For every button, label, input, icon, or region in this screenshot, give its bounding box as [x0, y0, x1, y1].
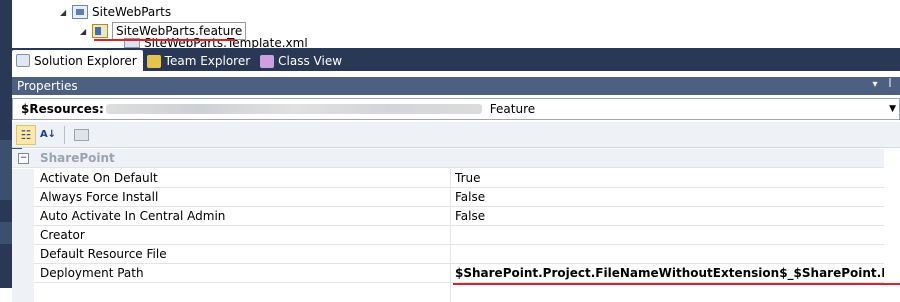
- column-divider[interactable]: [450, 264, 451, 283]
- tab-team-explorer[interactable]: Team Explorer: [143, 51, 257, 71]
- row-margin: [12, 188, 34, 207]
- expand-arrow-icon[interactable]: ◢: [80, 27, 92, 36]
- row-margin: [12, 283, 34, 302]
- tab-label: Class View: [278, 54, 343, 68]
- properties-title: Properties: [17, 79, 78, 93]
- row-margin: [12, 226, 34, 245]
- property-row[interactable]: Default Resource File: [12, 245, 900, 264]
- row-margin: [12, 245, 34, 264]
- chevron-down-icon[interactable]: ▼: [889, 104, 896, 114]
- property-row[interactable]: Creator: [12, 226, 900, 245]
- team-explorer-icon: [146, 54, 161, 68]
- toolbar-divider: [64, 125, 65, 144]
- property-value[interactable]: False: [455, 209, 900, 223]
- properties-toolbar: ☷ A↓: [12, 122, 900, 148]
- column-divider[interactable]: [450, 245, 451, 264]
- class-view-icon: [260, 54, 275, 68]
- property-name: Always Force Install: [40, 190, 159, 204]
- alphabetical-button[interactable]: A↓: [38, 125, 58, 145]
- property-row[interactable]: Always Force Install False: [12, 188, 900, 207]
- property-row[interactable]: Deployment Path $SharePoint.Project.File…: [12, 264, 900, 283]
- property-row[interactable]: [12, 283, 900, 302]
- property-value[interactable]: True: [455, 171, 900, 185]
- property-value[interactable]: False: [455, 190, 900, 204]
- column-divider[interactable]: [450, 207, 451, 226]
- object-selector[interactable]: $Resources: Feature ▼: [12, 98, 900, 120]
- tab-label: Team Explorer: [164, 54, 251, 68]
- row-margin: [12, 169, 34, 188]
- dropdown-icon[interactable]: ▾: [869, 79, 881, 91]
- property-row[interactable]: Auto Activate In Central Admin False: [12, 207, 900, 226]
- sort-alphabetical-icon: A↓: [39, 129, 57, 140]
- property-name: Creator: [40, 228, 85, 242]
- project-icon: [72, 5, 88, 19]
- categorized-button[interactable]: ☷: [16, 124, 36, 145]
- solution-tree: ◢ SiteWebParts ◢ SiteWebParts.feature Si…: [12, 0, 900, 49]
- category-label: SharePoint: [40, 151, 115, 165]
- expand-arrow-icon[interactable]: ◢: [60, 8, 72, 17]
- tab-class-view[interactable]: Class View: [256, 51, 348, 71]
- row-margin: [12, 264, 34, 283]
- property-row[interactable]: Activate On Default True: [12, 169, 900, 188]
- column-divider[interactable]: [450, 169, 451, 188]
- column-divider[interactable]: [450, 188, 451, 207]
- tool-window-tabs: Solution Explorer Team Explorer Class Vi…: [12, 48, 900, 71]
- object-name: $Resources:: [21, 102, 104, 116]
- tree-item-project[interactable]: ◢ SiteWebParts: [60, 2, 171, 22]
- solution-explorer-icon: [16, 54, 30, 67]
- collapse-icon[interactable]: −: [18, 153, 29, 164]
- property-pages-button[interactable]: [71, 125, 91, 145]
- object-type: Feature: [489, 102, 536, 116]
- property-name: Deployment Path: [40, 266, 144, 280]
- category-row[interactable]: − SharePoint: [12, 149, 900, 168]
- column-divider[interactable]: [450, 226, 451, 245]
- vertical-scrollbar[interactable]: [884, 149, 900, 288]
- tab-solution-explorer[interactable]: Solution Explorer: [12, 50, 143, 71]
- tree-item-label: SiteWebParts: [92, 5, 172, 19]
- property-name: Default Resource File: [40, 247, 167, 261]
- tab-label: Solution Explorer: [34, 53, 137, 68]
- properties-title-bar: Properties ▾ ꟾ: [12, 77, 900, 95]
- row-margin: [12, 207, 34, 226]
- property-value[interactable]: $SharePoint.Project.FileNameWithoutExten…: [455, 266, 900, 280]
- property-name: Auto Activate In Central Admin: [40, 209, 226, 223]
- column-divider[interactable]: [450, 283, 451, 302]
- redacted-path: [105, 104, 482, 114]
- left-dock-strip: [0, 0, 22, 288]
- property-grid: − SharePoint Activate On Default True Al…: [12, 149, 900, 302]
- feature-icon: [92, 24, 108, 38]
- categorized-icon: ☷: [20, 127, 32, 142]
- pin-icon[interactable]: ꟾ: [884, 79, 896, 91]
- property-pages-icon: [73, 128, 89, 141]
- highlight-underline: [453, 283, 900, 285]
- highlight-underline: [94, 39, 235, 41]
- property-name: Activate On Default: [40, 171, 158, 185]
